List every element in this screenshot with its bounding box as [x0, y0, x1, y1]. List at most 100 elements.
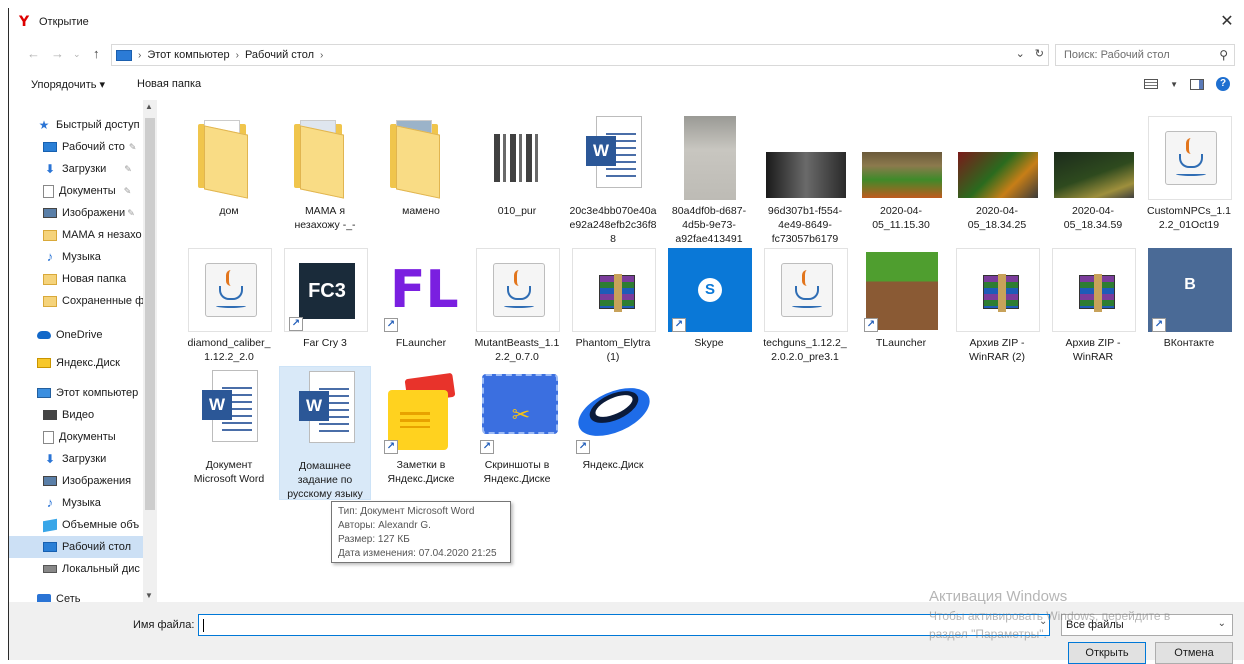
file-item[interactable]: techguns_1.12.2_2.0.2.0_pre3.1 — [759, 244, 851, 363]
sidebar-item-desktop-pinned[interactable]: Рабочий сто ✎ — [43, 136, 157, 158]
close-button[interactable]: ✕ — [1216, 12, 1238, 32]
sidebar-item-mama-folder[interactable]: МАМА я незахо — [43, 224, 157, 246]
sidebar-item-network[interactable]: Сеть — [37, 588, 157, 602]
breadcrumb-desktop[interactable]: Рабочий стол — [245, 49, 314, 61]
file-item[interactable]: FC3 ↗ Far Cry 3 — [279, 244, 371, 362]
scrollbar-thumb[interactable] — [145, 118, 155, 510]
file-item[interactable]: Архив ZIP - WinRAR (2) — [951, 244, 1043, 363]
breadcrumb-chevron-icon[interactable]: › — [236, 50, 239, 61]
command-bar: Упорядочить ▾ Новая папка ▼ ? — [9, 72, 1244, 98]
shortcut-arrow-icon: ↗ — [1152, 318, 1166, 332]
breadcrumb-this-pc[interactable]: Этот компьютер — [147, 49, 229, 61]
file-item[interactable]: B ↗ ВКонтакте — [1143, 244, 1235, 362]
downloads-icon: ⬇ — [44, 452, 56, 466]
file-item[interactable]: 2020-04-05_18.34.59 — [1047, 112, 1139, 231]
search-icon[interactable]: ⚲ — [1219, 48, 1228, 62]
pin-icon: ✎ — [128, 141, 137, 152]
forward-arrow-icon[interactable]: → — [51, 46, 64, 61]
file-item[interactable]: Phantom_Elytra (1) — [567, 244, 659, 363]
window-title: Открытие — [39, 16, 89, 28]
text-cursor — [203, 619, 204, 632]
sidebar-item-documents-pinned[interactable]: Документы ✎ — [43, 180, 157, 202]
history-chevron-icon[interactable]: ⌄ — [73, 49, 81, 60]
breadcrumb-chevron-icon[interactable]: › — [138, 50, 141, 61]
sidebar-item-downloads-pinned[interactable]: ⬇ Загрузки ✎ — [43, 158, 157, 180]
sidebar-item-onedrive[interactable]: OneDrive — [37, 324, 157, 346]
file-item[interactable]: мамено — [375, 112, 467, 230]
sidebar-item-desktop[interactable]: Рабочий стол — [9, 536, 143, 558]
sidebar-item-yandex-disk[interactable]: Яндекс.Диск — [37, 352, 157, 374]
folder-icon — [284, 116, 368, 200]
file-item[interactable]: 80a4df0b-d687-4d5b-9e73-a92fae413491 — [663, 112, 755, 245]
file-item[interactable]: 010_pur — [471, 112, 563, 230]
star-icon: ★ — [38, 118, 50, 132]
search-input[interactable]: Поиск: Рабочий стол ⚲ — [1055, 44, 1235, 66]
image-thumbnail-icon — [668, 116, 752, 200]
sidebar-item-documents[interactable]: Документы — [43, 426, 157, 448]
sidebar-item-3d-objects[interactable]: Объемные объ — [43, 514, 157, 536]
file-item-selected[interactable]: W Домашнее задание по русскому языку — [279, 366, 371, 500]
sidebar-item-new-folder[interactable]: Новая папка — [43, 268, 157, 290]
new-folder-button[interactable]: Новая папка — [137, 78, 201, 90]
file-item[interactable]: ✂ ↗ Скриншоты в Яндекс.Диске — [471, 366, 563, 485]
open-button[interactable]: Открыть — [1068, 642, 1146, 664]
filename-input[interactable] — [198, 614, 1050, 636]
view-options-icon[interactable] — [1144, 79, 1159, 89]
address-dropdown-icon[interactable]: ⌄ — [1016, 47, 1025, 60]
image-thumbnail-icon — [860, 116, 944, 200]
file-item[interactable]: W Документ Microsoft Word — [183, 366, 275, 485]
file-item[interactable]: ↗ TLauncher — [855, 244, 947, 362]
breadcrumb-chevron-icon[interactable]: › — [320, 50, 323, 61]
file-item[interactable]: MutantBeasts_1.12.2_0.7.0 — [471, 244, 563, 363]
navigation-pane: ★ Быстрый доступ Рабочий сто ✎ ⬇ Загрузки ✎ … — [9, 100, 157, 602]
file-item[interactable]: ↗ Яндекс.Диск — [567, 366, 659, 484]
file-item[interactable]: S ↗ Skype — [663, 244, 755, 362]
documents-icon — [43, 184, 54, 198]
file-type-select[interactable]: Все файлы ⌄ — [1061, 614, 1233, 636]
file-item[interactable]: 2020-04-05_11.15.30 — [855, 112, 947, 231]
help-icon[interactable]: ? — [1216, 77, 1230, 91]
sidebar-item-music[interactable]: ♪ Музыка — [43, 492, 157, 514]
scroll-up-icon[interactable]: ▲ — [145, 102, 153, 111]
open-file-dialog: Y Открытие ✕ ← → ⌄ ↑ › Этот компьютер › … — [8, 8, 1244, 664]
organize-button[interactable]: Упорядочить ▾ — [31, 78, 105, 91]
sidebar-item-local-disk[interactable]: Локальный дис — [43, 558, 157, 580]
address-row: ← → ⌄ ↑ › Этот компьютер › Рабочий стол … — [9, 42, 1244, 68]
sidebar-item-music-pinned[interactable]: ♪ Музыка — [43, 246, 157, 268]
sidebar-item-pictures[interactable]: Изображения — [43, 470, 157, 492]
cancel-button[interactable]: Отмена — [1155, 642, 1233, 664]
folder-icon — [188, 116, 272, 200]
file-item[interactable]: ↗ Заметки в Яндекс.Диске — [375, 366, 467, 485]
preview-pane-icon[interactable] — [1190, 78, 1204, 90]
refresh-icon[interactable]: ↻ — [1035, 47, 1044, 60]
file-item[interactable]: 96d307b1-f554-4e49-8649-fc73057b6179 — [759, 112, 851, 245]
sidebar-item-this-pc[interactable]: Этот компьютер — [37, 382, 157, 404]
sidebar-item-pictures-pinned[interactable]: Изображени ✎ — [43, 202, 157, 224]
filename-label: Имя файла: — [133, 619, 195, 631]
scroll-down-icon[interactable]: ▼ — [145, 591, 153, 600]
file-item[interactable]: FL ↗ FLauncher — [375, 244, 467, 362]
sidebar-item-quick-access[interactable]: ★ Быстрый доступ — [37, 114, 157, 136]
tooltip-modified: Дата изменения: 07.04.2020 21:25 — [338, 548, 497, 559]
address-bar[interactable]: › Этот компьютер › Рабочий стол › ⌄ ↻ — [111, 44, 1049, 66]
view-dropdown-icon[interactable]: ▼ — [1170, 80, 1178, 89]
folder-icon — [43, 295, 57, 307]
file-item[interactable]: W 20c3e4bb070e40ae92a248efb2c36f88 — [567, 112, 659, 245]
sidebar-item-saved-folder[interactable]: Сохраненные ф — [43, 290, 157, 312]
sidebar-scrollbar[interactable]: ▲ ▼ — [143, 100, 157, 602]
file-item[interactable]: CustomNPCs_1.12.2_01Oct19 — [1143, 112, 1235, 231]
filename-dropdown-icon[interactable]: ⌄ — [1039, 616, 1047, 627]
up-arrow-icon[interactable]: ↑ — [93, 46, 100, 61]
yandex-screenshots-icon: ✂ ↗ — [476, 370, 560, 454]
file-item[interactable]: МАМА я незахожу -_- — [279, 112, 371, 231]
music-icon: ♪ — [46, 249, 54, 264]
yandex-disk-ufo-icon: ↗ — [571, 370, 657, 454]
back-arrow-icon[interactable]: ← — [27, 46, 40, 61]
sidebar-item-video[interactable]: Видео — [43, 404, 157, 426]
file-item[interactable]: Архив ZIP - WinRAR — [1047, 244, 1139, 363]
sidebar-item-downloads[interactable]: ⬇ Загрузки — [43, 448, 157, 470]
file-item[interactable]: diamond_caliber_1.12.2_2.0 — [183, 244, 275, 363]
chevron-down-icon: ⌄ — [1217, 618, 1226, 629]
file-item[interactable]: дом — [183, 112, 275, 230]
file-item[interactable]: 2020-04-05_18.34.25 — [951, 112, 1043, 231]
